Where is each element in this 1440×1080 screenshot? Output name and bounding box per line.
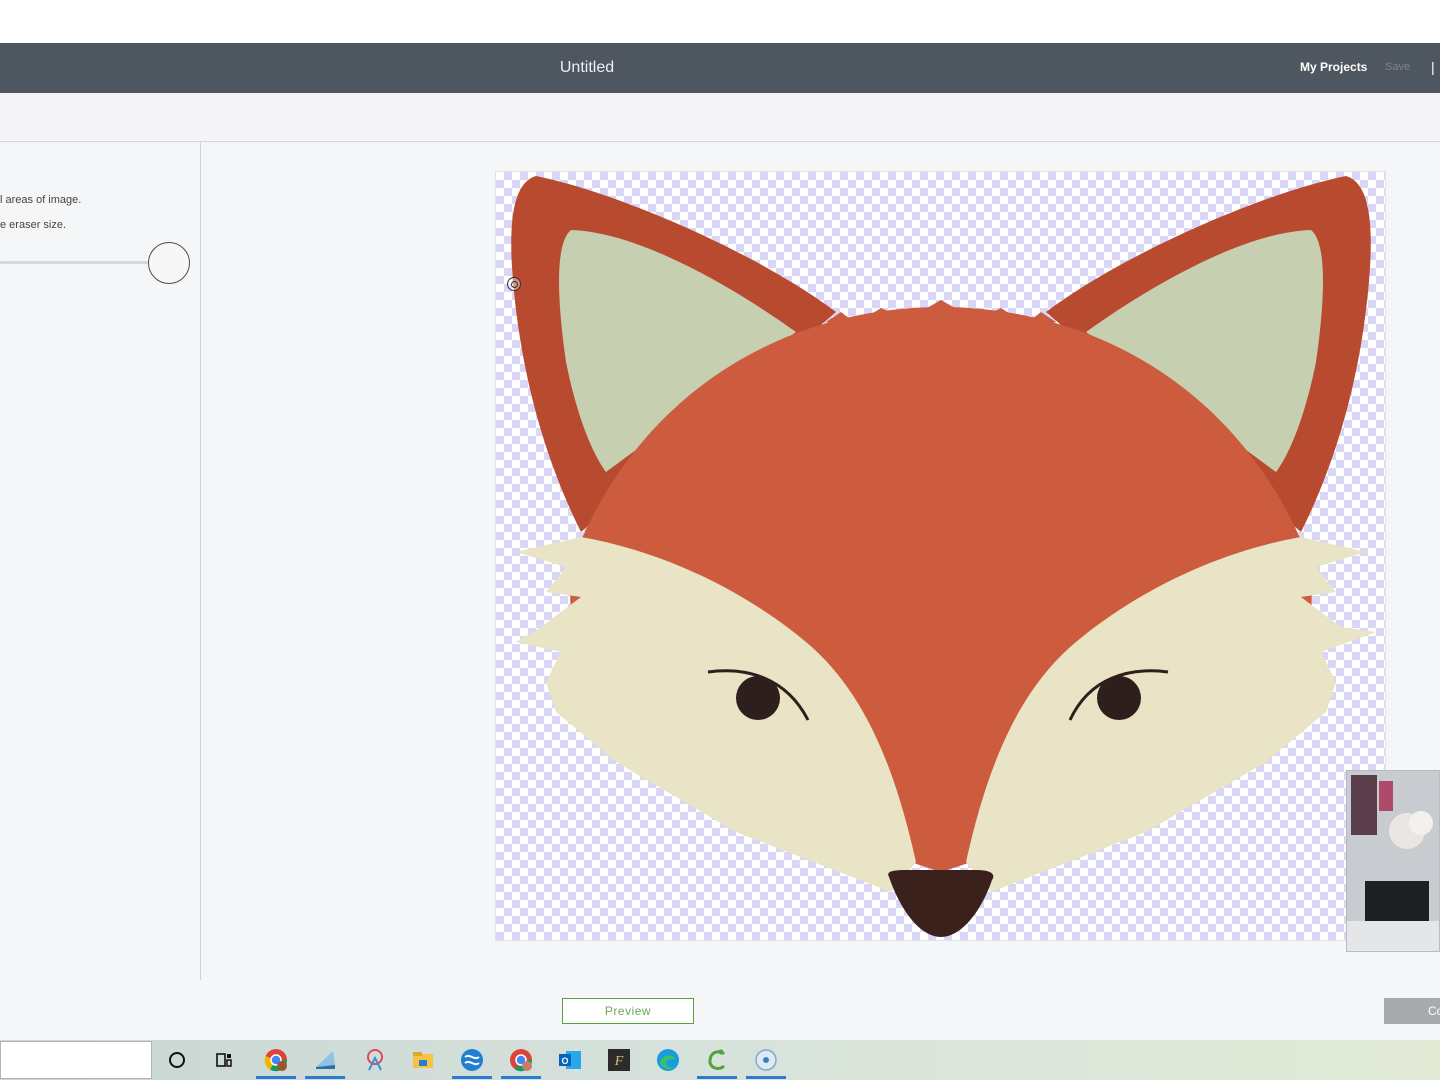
taskbar-search-box[interactable] bbox=[0, 1041, 152, 1079]
task-view-icon[interactable] bbox=[212, 1047, 238, 1073]
svg-text:O: O bbox=[561, 1056, 568, 1066]
app-f-icon[interactable]: F bbox=[606, 1047, 632, 1073]
left-eye bbox=[736, 676, 780, 720]
eraser-size-slider-track[interactable] bbox=[0, 261, 148, 264]
eraser-cursor bbox=[507, 277, 521, 291]
eraser-instruction-2: e eraser size. bbox=[0, 219, 67, 231]
header-separator: | bbox=[1431, 59, 1435, 75]
edge-icon[interactable] bbox=[655, 1047, 681, 1073]
chrome-profile-icon[interactable] bbox=[508, 1047, 534, 1073]
preview-button[interactable]: Preview bbox=[562, 998, 694, 1024]
app-header: Untitled My Projects Save | bbox=[0, 43, 1440, 93]
outlook-icon[interactable]: O bbox=[557, 1047, 583, 1073]
chrome-profile-active-indicator bbox=[501, 1076, 541, 1079]
cricut-icon[interactable] bbox=[704, 1047, 730, 1073]
app-icon-2[interactable] bbox=[459, 1047, 485, 1073]
file-explorer-icon[interactable] bbox=[410, 1047, 436, 1073]
image-canvas[interactable] bbox=[495, 171, 1386, 941]
record-active-indicator bbox=[746, 1076, 786, 1079]
record-icon[interactable] bbox=[753, 1047, 779, 1073]
app-2-active-indicator bbox=[452, 1076, 492, 1079]
chrome-icon[interactable] bbox=[263, 1047, 289, 1073]
app-active-indicator bbox=[305, 1076, 345, 1079]
webcam-overlay bbox=[1346, 770, 1440, 952]
project-title: Untitled bbox=[559, 59, 615, 76]
snip-icon[interactable] bbox=[362, 1047, 388, 1073]
app-icon[interactable] bbox=[312, 1047, 338, 1073]
save-button[interactable]: Save bbox=[1385, 61, 1410, 73]
chrome-active-indicator bbox=[256, 1076, 296, 1079]
right-eye bbox=[1097, 676, 1141, 720]
top-blank-area bbox=[0, 0, 1440, 43]
fox-image bbox=[511, 176, 1376, 937]
continue-button[interactable]: Co bbox=[1384, 998, 1440, 1024]
eraser-size-slider-knob[interactable] bbox=[148, 242, 190, 284]
bottom-bar bbox=[0, 980, 1440, 1040]
my-projects-link[interactable]: My Projects bbox=[1300, 60, 1367, 74]
eraser-instruction-1: l areas of image. bbox=[0, 194, 82, 206]
cricut-active-indicator bbox=[697, 1076, 737, 1079]
svg-text:F: F bbox=[614, 1054, 624, 1069]
toolbar-strip bbox=[0, 93, 1440, 142]
cortana-icon[interactable] bbox=[164, 1047, 190, 1073]
nose bbox=[888, 870, 994, 937]
